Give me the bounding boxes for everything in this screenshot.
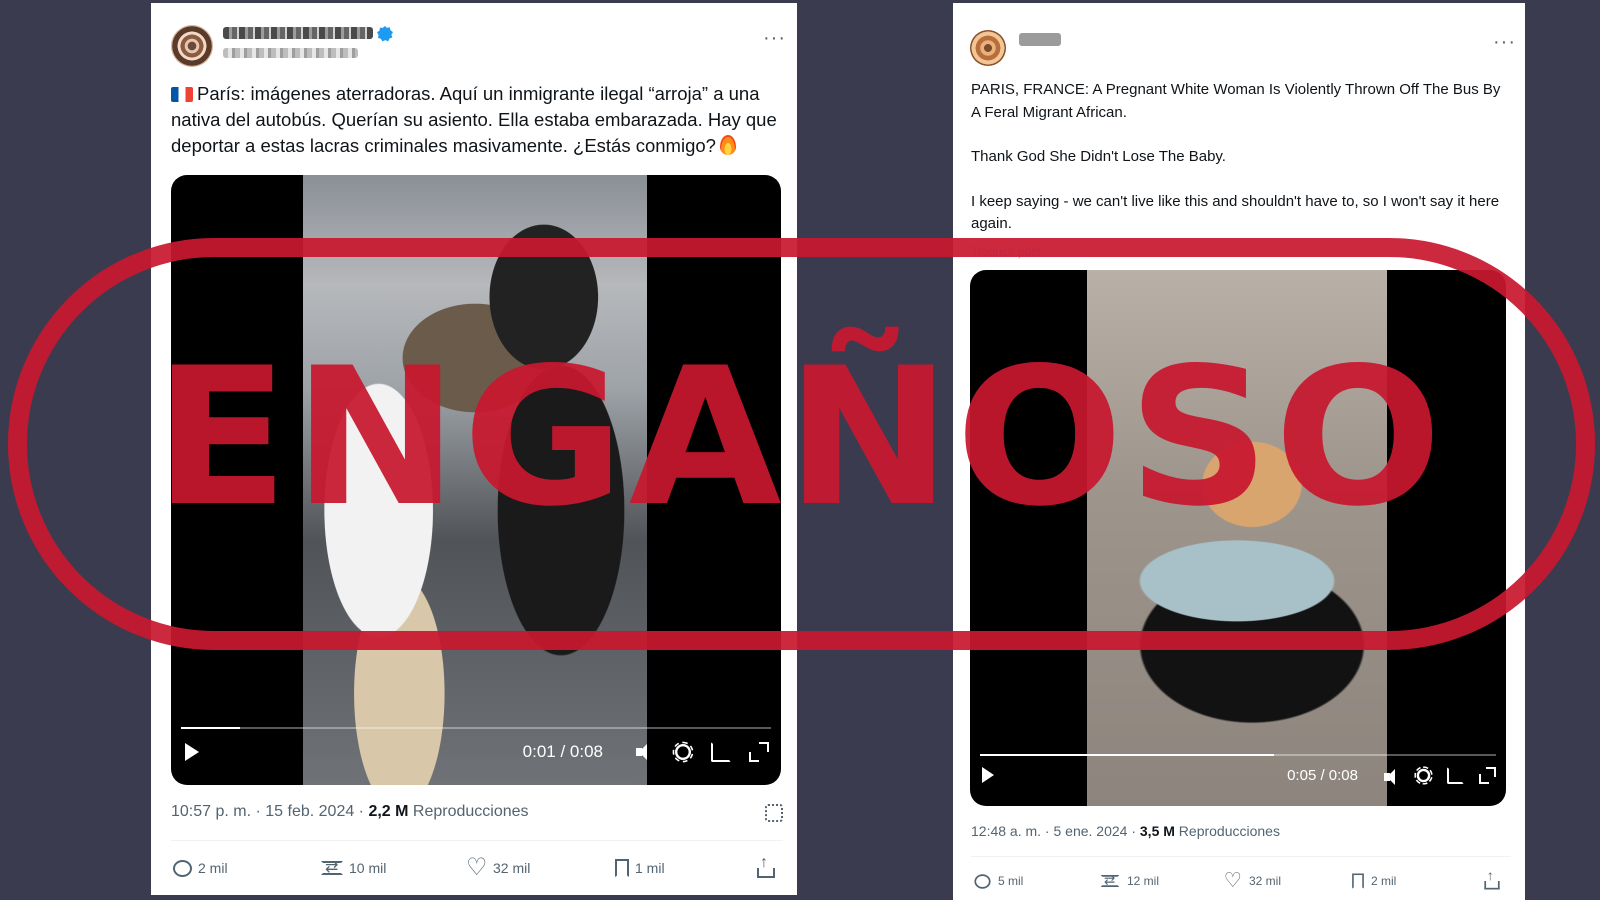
post-paragraph: PARIS, FRANCE: A Pregnant White Woman Is… xyxy=(971,81,1501,121)
repost-button[interactable]: 10 mil xyxy=(321,857,387,877)
action-bar: 5 mil 12 mil 32 mil 2 mil xyxy=(953,868,1525,893)
bookmark-icon xyxy=(1352,873,1364,889)
post-paragraph: I keep saying - we can't live like this … xyxy=(971,192,1500,233)
settings-gear-icon[interactable] xyxy=(1414,765,1433,785)
verified-badge-icon xyxy=(377,26,393,42)
picture-in-picture-icon[interactable] xyxy=(1447,766,1464,784)
video-player[interactable]: 0:05 / 0:08 xyxy=(970,270,1506,806)
video-frame xyxy=(303,175,647,785)
repost-icon xyxy=(1100,872,1120,889)
settings-gear-icon[interactable] xyxy=(672,741,694,763)
analytics-icon[interactable] xyxy=(765,804,783,822)
action-bar: 2 mil 10 mil 32 mil 1 mil xyxy=(151,853,797,882)
france-flag-icon xyxy=(171,87,193,102)
fullscreen-icon[interactable] xyxy=(749,742,769,762)
blurred-handle[interactable] xyxy=(223,48,358,58)
views-count: 3,5 M xyxy=(1139,823,1175,839)
share-button[interactable] xyxy=(1483,869,1507,891)
divider xyxy=(971,856,1511,857)
left-post-card[interactable]: ··· París: imágenes aterradoras. Aquí un… xyxy=(151,3,797,895)
like-count: 32 mil xyxy=(493,860,531,876)
avatar[interactable] xyxy=(970,30,1006,66)
like-count: 32 mil xyxy=(1249,874,1282,888)
fire-emoji-icon xyxy=(719,135,736,155)
post-body: París: imágenes aterradoras. Aquí un inm… xyxy=(171,83,777,156)
post-meta: 12:48 a. m. · 5 ene. 2024 · 3,5 M Reprod… xyxy=(971,823,1280,839)
right-post-card[interactable]: ··· PARIS, FRANCE: A Pregnant White Woma… xyxy=(953,3,1525,900)
post-text: PARIS, FRANCE: A Pregnant White Woman Is… xyxy=(971,79,1511,258)
blurred-display-name[interactable] xyxy=(223,27,373,39)
heart-icon xyxy=(1224,868,1242,893)
bookmark-icon xyxy=(615,859,629,877)
bookmark-count: 2 mil xyxy=(1371,874,1397,888)
post-timestamp[interactable]: 12:48 a. m. · 5 ene. 2024 · xyxy=(971,823,1140,839)
video-controls: 0:05 / 0:08 xyxy=(970,760,1506,790)
more-options-icon[interactable]: ··· xyxy=(763,28,786,48)
video-player[interactable]: 0:01 / 0:08 xyxy=(171,175,781,785)
video-controls: 0:01 / 0:08 xyxy=(171,735,781,769)
share-button[interactable] xyxy=(757,854,781,878)
play-icon[interactable] xyxy=(982,767,994,783)
blurred-display-name[interactable] xyxy=(1019,33,1061,46)
video-progress-bar[interactable] xyxy=(980,754,1496,756)
divider xyxy=(171,840,783,841)
avatar[interactable] xyxy=(171,25,213,67)
picture-in-picture-icon[interactable] xyxy=(711,742,731,762)
video-progress-fill xyxy=(980,754,1275,756)
share-icon xyxy=(757,854,775,878)
play-icon[interactable] xyxy=(185,743,199,761)
translate-post-link[interactable]: Traducir post xyxy=(971,245,1041,259)
views-label: Reproducciones xyxy=(1174,823,1280,839)
volume-icon[interactable] xyxy=(635,742,655,762)
more-options-icon[interactable]: ··· xyxy=(1493,32,1516,52)
post-paragraph: Thank God She Didn't Lose The Baby. xyxy=(971,148,1226,165)
bookmark-count: 1 mil xyxy=(635,860,665,876)
reply-button[interactable]: 2 mil xyxy=(173,859,228,877)
video-progress-fill xyxy=(181,727,240,729)
like-button[interactable]: 32 mil xyxy=(466,853,531,882)
repost-button[interactable]: 12 mil xyxy=(1099,872,1160,889)
post-meta: 10:57 p. m. · 15 feb. 2024 · 2,2 M Repro… xyxy=(171,803,529,821)
volume-icon[interactable] xyxy=(1383,767,1400,785)
heart-icon xyxy=(466,853,488,882)
repost-count: 12 mil xyxy=(1127,874,1160,888)
reply-button[interactable]: 5 mil xyxy=(973,873,1023,890)
repost-count: 10 mil xyxy=(349,860,387,876)
bookmark-button[interactable]: 2 mil xyxy=(1351,872,1396,890)
views-count: 2,2 M xyxy=(368,803,409,820)
share-icon xyxy=(1484,869,1500,890)
reply-icon xyxy=(173,859,192,877)
like-button[interactable]: 32 mil xyxy=(1223,868,1282,893)
fullscreen-icon[interactable] xyxy=(1479,766,1496,784)
reply-count: 5 mil xyxy=(998,874,1024,888)
reply-icon xyxy=(974,873,991,889)
video-frame xyxy=(1087,270,1387,806)
repost-icon xyxy=(321,857,343,877)
video-time: 0:05 / 0:08 xyxy=(1287,766,1358,784)
views-label: Reproducciones xyxy=(408,803,529,820)
video-progress-bar[interactable] xyxy=(181,727,771,729)
video-time: 0:01 / 0:08 xyxy=(522,742,603,761)
reply-count: 2 mil xyxy=(198,860,228,876)
bookmark-button[interactable]: 1 mil xyxy=(615,859,665,877)
post-timestamp[interactable]: 10:57 p. m. · 15 feb. 2024 · xyxy=(171,803,368,820)
post-text: París: imágenes aterradoras. Aquí un inm… xyxy=(171,81,781,159)
